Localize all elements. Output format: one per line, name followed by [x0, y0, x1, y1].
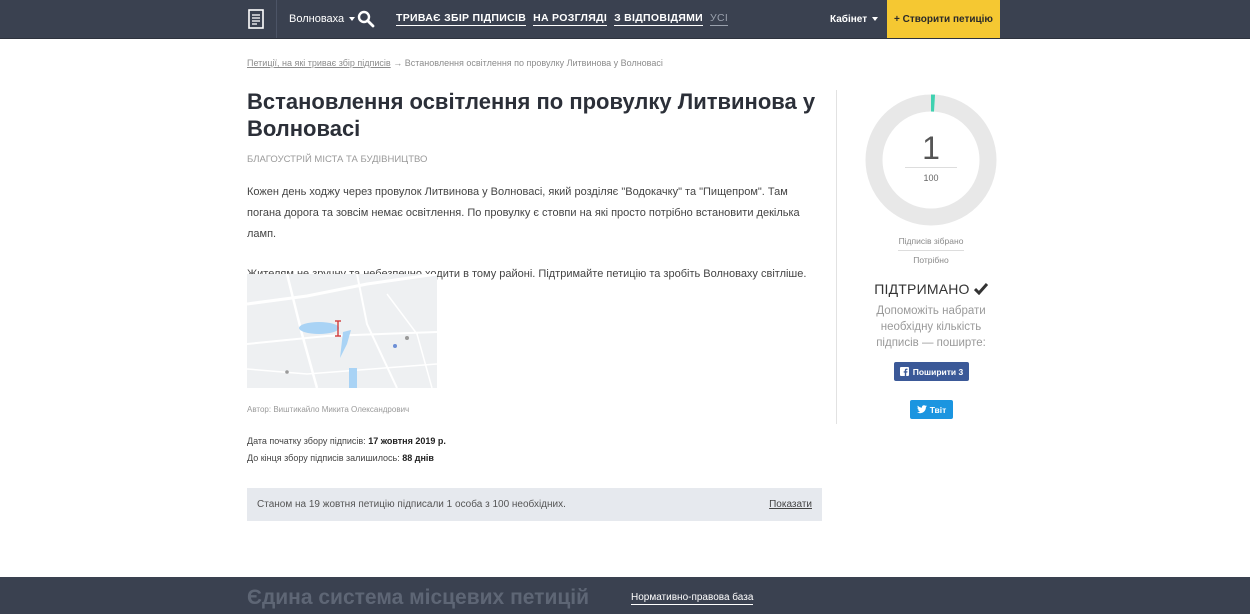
label-divider	[898, 250, 964, 251]
breadcrumb-separator: →	[393, 58, 403, 68]
supported-status: ПІДТРИМАНО	[860, 281, 1002, 297]
signature-count: 1	[922, 130, 940, 166]
facebook-share-button[interactable]: Поширити 3	[894, 362, 969, 381]
start-date-label: Дата початку збору підписів:	[247, 436, 366, 446]
petition-author: Автор: Виштикайло Микита Олександрович	[247, 405, 410, 414]
nav-link-all[interactable]: Усі	[710, 12, 729, 26]
twitter-tweet-label: Твіт	[929, 404, 947, 415]
facebook-icon	[899, 367, 909, 376]
supported-label: ПІДТРИМАНО	[874, 281, 970, 297]
petition-dates: Дата початку збору підписів: 17 жовтня 2…	[247, 433, 446, 467]
nav-link-review[interactable]: На розгляді	[533, 12, 608, 26]
footer-title: Єдина система місцевих петицій	[247, 586, 590, 609]
facebook-share-label: Поширити 3	[912, 366, 964, 377]
nav-links: Триває збір підписів На розгляді З відпо…	[396, 0, 729, 38]
days-left-row: До кінця збору підписів залишилось: 88 д…	[247, 450, 446, 467]
petition-category: Благоустрій міста та будівництво	[247, 154, 428, 165]
top-navbar: Волноваха Триває збір підписів На розгля…	[0, 0, 1250, 39]
show-signatures-link[interactable]: Показати	[769, 499, 812, 510]
twitter-bird-icon	[916, 405, 927, 414]
description-paragraph: Кожен день ходжу через провулок Литвинов…	[247, 186, 800, 240]
signatures-collected-label: Підписів зібрано	[898, 236, 964, 246]
signature-status-box: Станом на 19 жовтня петицію підписали 1 …	[247, 488, 822, 521]
cabinet-dropdown[interactable]: Кабінет	[830, 0, 879, 38]
days-left-label: До кінця збору підписів залишилось:	[247, 453, 400, 463]
start-date-row: Дата початку збору підписів: 17 жовтня 2…	[247, 433, 446, 450]
breadcrumb: Петиції, на які триває збір підписів → В…	[247, 58, 663, 68]
create-petition-button[interactable]: + Створити петицію	[887, 0, 1000, 38]
chevron-down-icon	[349, 17, 356, 21]
count-divider	[905, 167, 957, 168]
chevron-down-icon	[872, 17, 879, 21]
footer-legal-link[interactable]: Нормативно-правова база	[631, 592, 754, 605]
share-help-text: Допоможіть набрати необхідну кількість п…	[876, 305, 986, 349]
city-dropdown[interactable]: Волноваха	[289, 0, 356, 38]
start-date-value: 17 жовтня 2019 р.	[368, 436, 446, 446]
search-icon[interactable]	[357, 10, 375, 28]
signatures-needed-label: Потрібно	[913, 255, 949, 265]
nav-link-answered[interactable]: З відповідями	[614, 12, 703, 26]
signature-status-text: Станом на 19 жовтня петицію підписали 1 …	[257, 499, 566, 510]
column-divider	[836, 90, 837, 424]
signatures-needed: 100	[923, 173, 939, 183]
footer: Єдина система місцевих петицій Нормативн…	[0, 577, 1250, 614]
twitter-tweet-button[interactable]: Твіт	[910, 400, 953, 419]
breadcrumb-current: Встановлення освітлення по провулку Литв…	[404, 58, 663, 68]
city-label: Волноваха	[289, 13, 345, 25]
days-left-value: 88 днів	[402, 453, 434, 463]
breadcrumb-parent-link[interactable]: Петиції, на які триває збір підписів	[247, 58, 391, 68]
logo-document-icon[interactable]	[236, 0, 277, 38]
nav-link-collecting[interactable]: Триває збір підписів	[396, 12, 527, 26]
page-title: Встановлення освітлення по провулку Литв…	[247, 89, 816, 141]
cabinet-label: Кабінет	[830, 13, 868, 25]
map-image[interactable]	[247, 274, 437, 388]
checkmark-icon	[973, 283, 988, 296]
